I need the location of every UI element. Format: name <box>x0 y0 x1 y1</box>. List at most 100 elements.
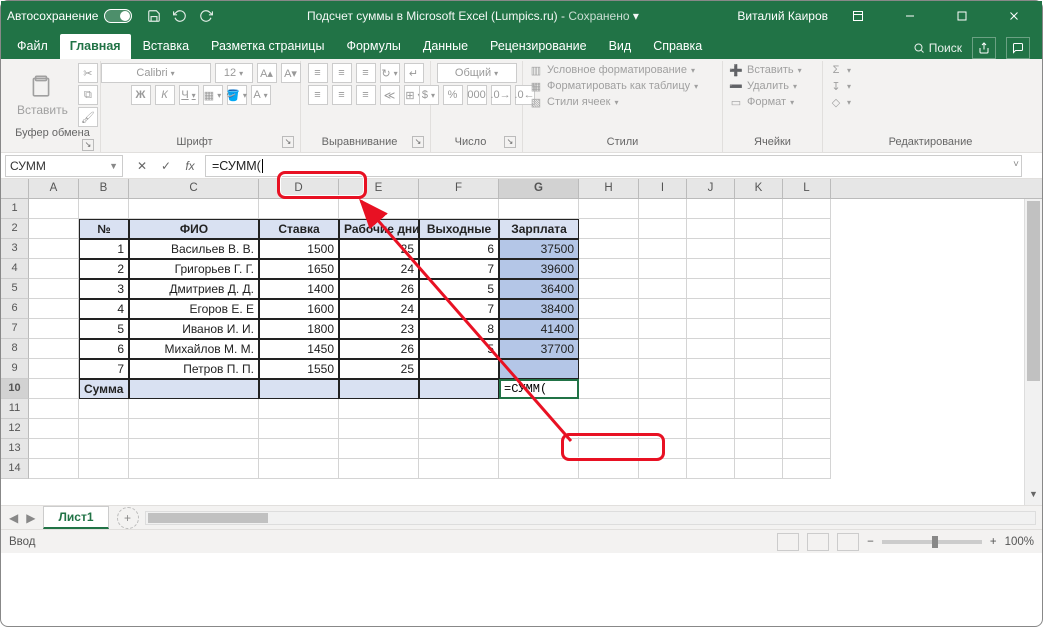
cell[interactable] <box>579 279 639 299</box>
zoom-out-button[interactable]: − <box>867 536 874 548</box>
cell[interactable]: Григорьев Г. Г. <box>129 259 259 279</box>
decrease-font-icon[interactable]: A▾ <box>281 63 301 83</box>
undo-icon[interactable] <box>172 8 188 24</box>
cell[interactable] <box>639 359 687 379</box>
align-middle-icon[interactable]: ≡ <box>332 63 352 83</box>
cell[interactable] <box>783 319 831 339</box>
cell[interactable] <box>29 339 79 359</box>
cell[interactable] <box>735 299 783 319</box>
cell[interactable] <box>783 419 831 439</box>
cell[interactable]: 7 <box>419 259 499 279</box>
cell[interactable]: 1550 <box>259 359 339 379</box>
cell[interactable] <box>579 319 639 339</box>
cell[interactable] <box>783 299 831 319</box>
cell[interactable] <box>783 219 831 239</box>
cell[interactable] <box>29 199 79 219</box>
cell[interactable] <box>579 239 639 259</box>
cell[interactable] <box>735 319 783 339</box>
tab-insert[interactable]: Вставка <box>133 34 199 59</box>
cell[interactable]: 5 <box>419 339 499 359</box>
redo-icon[interactable] <box>198 8 214 24</box>
cell[interactable] <box>735 419 783 439</box>
fx-icon[interactable]: fx <box>181 159 199 173</box>
cell[interactable]: Петров П. П. <box>129 359 259 379</box>
cancel-formula-icon[interactable]: ✕ <box>133 159 151 173</box>
comma-format-icon[interactable]: 000 <box>467 85 487 105</box>
bold-button[interactable]: Ж <box>131 85 151 105</box>
align-center-icon[interactable]: ≡ <box>332 85 352 105</box>
cell[interactable] <box>339 199 419 219</box>
cell[interactable] <box>79 199 129 219</box>
cell[interactable] <box>735 219 783 239</box>
cell[interactable] <box>639 439 687 459</box>
cell[interactable] <box>339 399 419 419</box>
border-button[interactable]: ▦ <box>203 85 223 105</box>
autosave-toggle[interactable]: Автосохранение <box>7 9 132 23</box>
enter-formula-icon[interactable]: ✓ <box>157 159 175 173</box>
zoom-level[interactable]: 100% <box>1005 536 1034 548</box>
dialog-launcher-icon[interactable]: ↘ <box>82 139 94 151</box>
minimize-button[interactable] <box>888 1 932 31</box>
cell[interactable] <box>579 299 639 319</box>
font-name-select[interactable]: Calibri <box>101 63 211 83</box>
row-header[interactable]: 9 <box>1 359 29 379</box>
tab-file[interactable]: Файл <box>7 34 58 59</box>
scroll-down-icon[interactable]: ▼ <box>1025 489 1042 505</box>
cell[interactable] <box>579 419 639 439</box>
cell[interactable]: Егоров Е. Е <box>129 299 259 319</box>
save-icon[interactable] <box>146 8 162 24</box>
format-cells-button[interactable]: ▭Формат▾ <box>729 95 794 109</box>
cell[interactable]: 7 <box>79 359 129 379</box>
cell[interactable] <box>639 219 687 239</box>
cell[interactable] <box>687 459 735 479</box>
cell[interactable] <box>783 259 831 279</box>
cell[interactable] <box>499 359 579 379</box>
cell[interactable] <box>419 399 499 419</box>
vertical-scrollbar[interactable]: ▲ ▼ <box>1024 199 1042 505</box>
row-header[interactable]: 7 <box>1 319 29 339</box>
cell[interactable]: 41400 <box>499 319 579 339</box>
column-header[interactable]: F <box>419 179 499 198</box>
increase-decimal-icon[interactable]: .0→ <box>491 85 511 105</box>
cell[interactable]: 36400 <box>499 279 579 299</box>
cell[interactable] <box>735 379 783 399</box>
cell[interactable]: Сумма <box>79 379 129 399</box>
fill-button[interactable]: ↧▾ <box>829 79 851 93</box>
cell[interactable] <box>129 439 259 459</box>
scrollbar-thumb[interactable] <box>1027 201 1040 381</box>
cell[interactable] <box>687 239 735 259</box>
cell[interactable]: Зарплата <box>499 219 579 239</box>
cell[interactable] <box>579 259 639 279</box>
cell[interactable] <box>687 319 735 339</box>
formula-input[interactable]: =СУММ( ˅ <box>205 155 1022 177</box>
cell[interactable] <box>499 399 579 419</box>
cell[interactable]: 24 <box>339 259 419 279</box>
zoom-in-button[interactable]: + <box>990 536 997 548</box>
cell[interactable]: 1 <box>79 239 129 259</box>
accounting-format-icon[interactable]: $ <box>419 85 439 105</box>
tab-review[interactable]: Рецензирование <box>480 34 597 59</box>
chevron-down-icon[interactable]: ▼ <box>109 161 118 171</box>
row-header[interactable]: 14 <box>1 459 29 479</box>
cell[interactable] <box>29 259 79 279</box>
format-as-table-button[interactable]: ▦Форматировать как таблицу▾ <box>529 79 698 93</box>
cell[interactable] <box>419 439 499 459</box>
row-header[interactable]: 2 <box>1 219 29 239</box>
cell[interactable] <box>339 379 419 399</box>
cell[interactable] <box>735 339 783 359</box>
cell[interactable] <box>29 379 79 399</box>
cell[interactable]: 25 <box>339 239 419 259</box>
worksheet-grid[interactable]: ABCDEFGHIJKL 1234567891011121314 №ФИОСта… <box>1 179 1042 505</box>
cut-icon[interactable]: ✂ <box>78 63 98 83</box>
align-left-icon[interactable]: ≡ <box>308 85 328 105</box>
cell[interactable]: 1600 <box>259 299 339 319</box>
row-header[interactable]: 8 <box>1 339 29 359</box>
cell[interactable]: 1650 <box>259 259 339 279</box>
cell[interactable] <box>687 359 735 379</box>
copy-icon[interactable]: ⧉ <box>78 85 98 105</box>
autosum-button[interactable]: Σ▾ <box>829 63 851 77</box>
cell[interactable] <box>687 259 735 279</box>
cell[interactable] <box>419 379 499 399</box>
cell[interactable] <box>339 439 419 459</box>
format-painter-icon[interactable]: 🖌 <box>78 107 98 127</box>
